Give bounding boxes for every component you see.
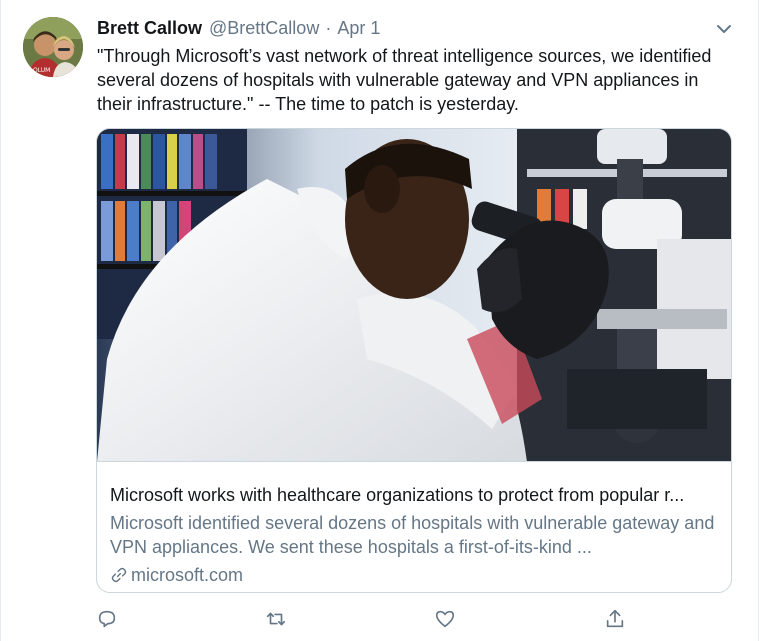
author-handle[interactable]: @BrettCallow bbox=[209, 18, 319, 39]
link-icon bbox=[111, 567, 127, 583]
tweet-actions bbox=[1, 606, 759, 632]
heart-icon[interactable] bbox=[432, 606, 458, 632]
tweet-header: Brett Callow @BrettCallow · Apr 1 bbox=[97, 18, 380, 42]
tweet-container[interactable]: OLUM Brett Callow @BrettCallow · Apr 1 "… bbox=[0, 0, 759, 641]
card-body[interactable]: Microsoft works with healthcare organiza… bbox=[110, 483, 718, 587]
reply-icon[interactable] bbox=[94, 606, 120, 632]
avatar[interactable]: OLUM bbox=[23, 17, 83, 77]
card-domain[interactable]: microsoft.com bbox=[110, 563, 718, 587]
card-domain-text: microsoft.com bbox=[131, 565, 244, 585]
tweet-date[interactable]: Apr 1 bbox=[337, 18, 380, 39]
retweet-icon[interactable] bbox=[263, 606, 289, 632]
header-separator: · bbox=[325, 18, 332, 38]
chevron-down-icon[interactable] bbox=[713, 18, 735, 40]
link-card[interactable]: Microsoft works with healthcare organiza… bbox=[96, 128, 732, 593]
tweet-text: "Through Microsoft’s vast network of thr… bbox=[97, 46, 712, 114]
card-title[interactable]: Microsoft works with healthcare organiza… bbox=[110, 483, 718, 507]
share-icon[interactable] bbox=[602, 606, 628, 632]
author-name[interactable]: Brett Callow bbox=[97, 18, 202, 39]
svg-text:OLUM: OLUM bbox=[33, 67, 50, 74]
card-image[interactable] bbox=[97, 129, 731, 462]
card-description: Microsoft identified several dozens of h… bbox=[110, 513, 715, 557]
